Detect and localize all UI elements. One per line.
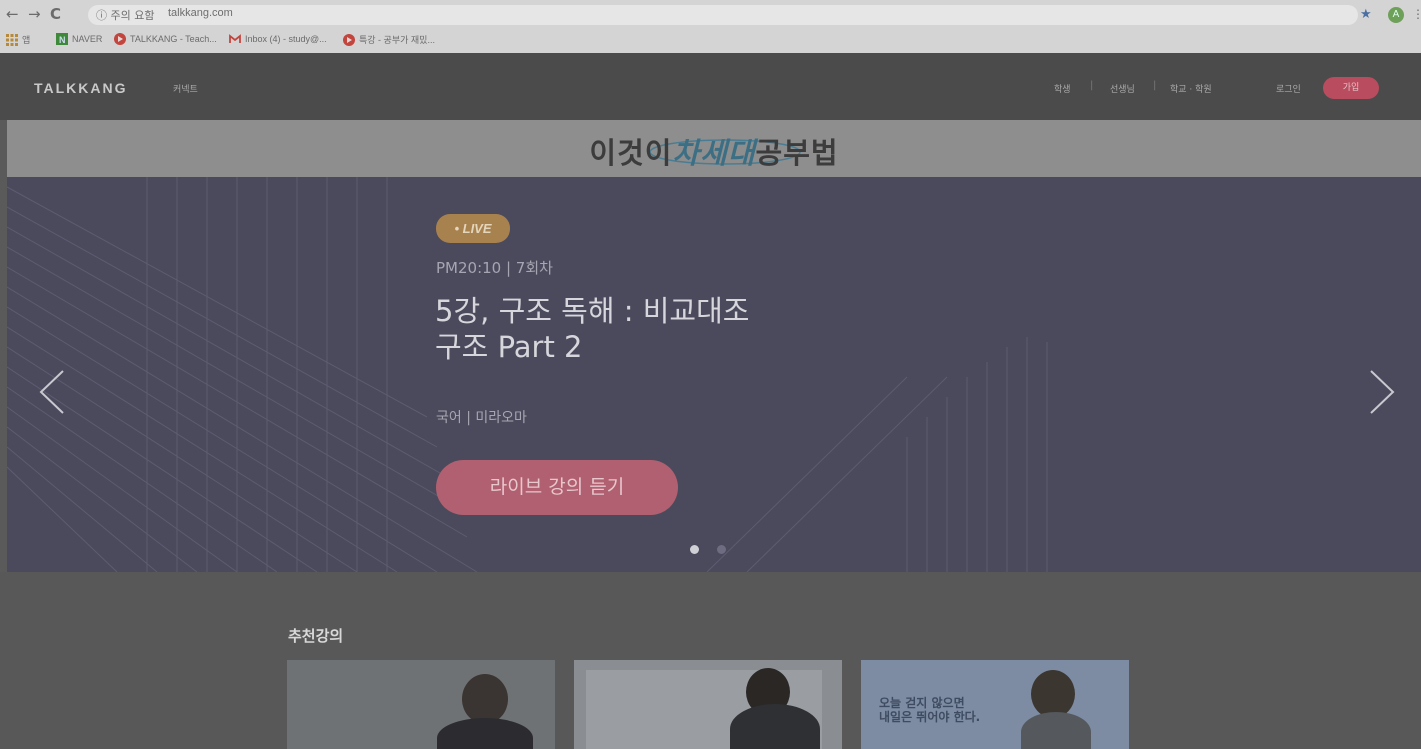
lecture-card[interactable]: 오늘 걷지 않으면 내일은 뛰어야 한다. [861, 660, 1129, 749]
talkkang-icon [343, 34, 355, 46]
profile-avatar[interactable]: A [1388, 7, 1404, 23]
lecture-subject-teacher: 국어 | 미라오마 [436, 410, 527, 426]
promo-banner[interactable]: 이것이차세대공부법 [7, 120, 1421, 177]
talkkang-logo[interactable]: TALKKANG [34, 80, 128, 96]
apps-icon [6, 34, 18, 46]
browser-chrome: ← → C ⓘ 주의 요함 talkkang.com ★ A ⋮ 앱 N NAVE… [0, 0, 1421, 53]
carousel-dot-2[interactable] [717, 545, 726, 554]
address-row: ← → C ⓘ 주의 요함 talkkang.com ★ A ⋮ [0, 3, 1421, 27]
gmail-icon [229, 33, 241, 45]
lecture-title: 5강, 구조 독해 : 비교대조 구조 Part 2 [435, 294, 750, 364]
instructor-body [730, 704, 820, 749]
nav-teacher[interactable]: 선생님 [1110, 82, 1135, 95]
live-badge: • LIVE [436, 214, 510, 243]
instructor-body [1021, 712, 1091, 749]
browser-menu-icon[interactable]: ⋮ [1412, 7, 1421, 21]
recommended-title: 추천강의 [288, 627, 344, 645]
bookmarks-bar: 앱 N NAVER TALKKANG - Teach... Inbox (4) -… [0, 30, 1421, 50]
listen-live-button[interactable]: 라이브 강의 듣기 [436, 460, 678, 515]
address-bar[interactable] [88, 5, 1358, 25]
bookmark-apps[interactable]: 앱 [6, 33, 30, 46]
reload-button[interactable]: C [50, 5, 61, 23]
next-slide-arrow-icon[interactable] [1359, 367, 1399, 417]
prev-slide-arrow-icon[interactable] [35, 367, 75, 417]
instructor-body [437, 718, 533, 749]
carousel-dot-1[interactable] [690, 545, 699, 554]
card-slogan: 오늘 걷지 않으면 내일은 뛰어야 한다. [879, 696, 981, 724]
join-button[interactable]: 가입 [1323, 77, 1379, 99]
bookmark-gmail[interactable]: Inbox (4) - study@... [229, 33, 327, 45]
nav-school[interactable]: 학교 · 학원 [1170, 82, 1212, 95]
recommended-section: 추천강의 오늘 걷지 않으면 내일은 뛰어야 한다. [0, 572, 1421, 749]
nav-divider: | [1153, 80, 1157, 91]
site-header: TALKKANG 커넥트 학생 | 선생님 | 학교 · 학원 로그인 가입 [0, 53, 1421, 120]
nav-divider: | [1090, 80, 1094, 91]
hero-background-pattern [7, 177, 1048, 572]
naver-icon: N [56, 33, 68, 45]
nav-connect[interactable]: 커넥트 [173, 82, 198, 95]
instructor-photo [1031, 670, 1075, 718]
forward-button[interactable]: → [28, 5, 41, 23]
lecture-schedule: PM20:10 | 7회차 [436, 259, 553, 277]
login-link[interactable]: 로그인 [1276, 82, 1301, 95]
lecture-card[interactable] [574, 660, 842, 749]
bookmark-star-icon[interactable]: ★ [1360, 7, 1372, 22]
url-text[interactable]: talkkang.com [168, 7, 233, 19]
back-button[interactable]: ← [6, 5, 19, 23]
instructor-photo [462, 674, 508, 724]
nav-student[interactable]: 학생 [1054, 82, 1071, 95]
bookmark-talkkang[interactable]: TALKKANG - Teach... [114, 33, 217, 45]
hero-carousel: • LIVE PM20:10 | 7회차 5강, 구조 독해 : 비교대조 구조… [7, 177, 1421, 572]
lecture-card[interactable] [287, 660, 555, 749]
bookmark-special[interactable]: 특강 - 공부가 재밌... [343, 33, 435, 46]
svg-text:N: N [59, 35, 66, 45]
security-indicator[interactable]: ⓘ 주의 요함 [96, 7, 154, 23]
bookmark-naver[interactable]: N NAVER [56, 33, 102, 45]
talkkang-icon [114, 33, 126, 45]
banner-title: 이것이차세대공부법 [589, 136, 839, 170]
